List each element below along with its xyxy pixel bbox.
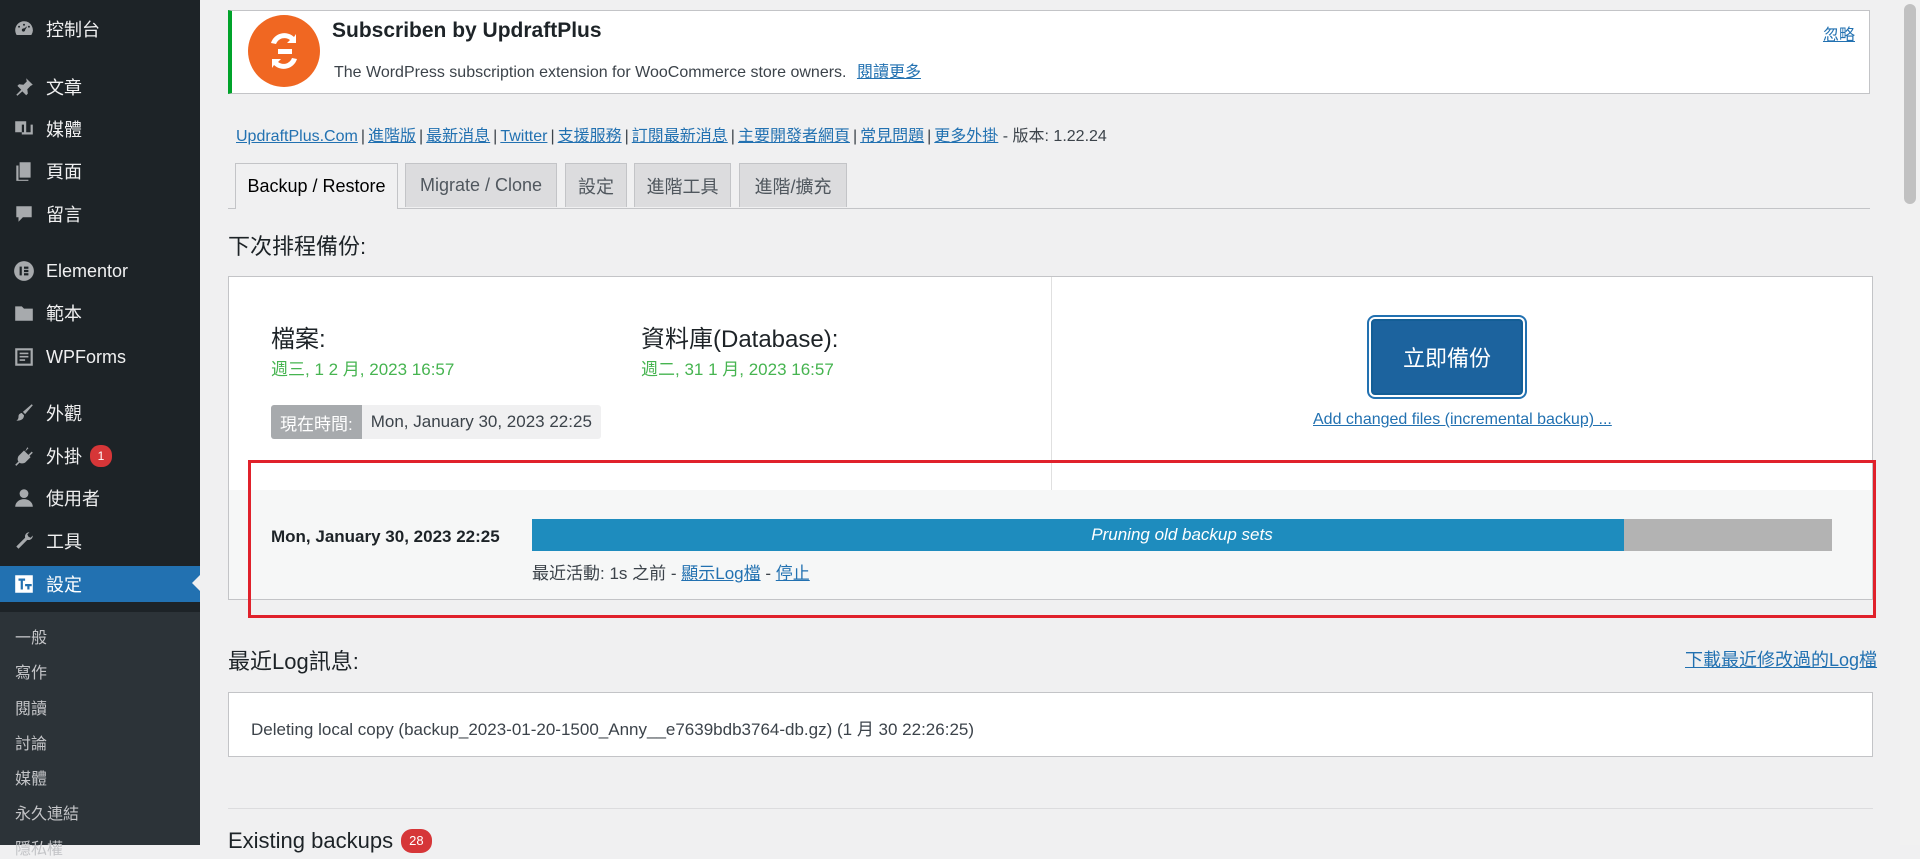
- settings-submenu: 一般 寫作 閱讀 討論 媒體 永久連結 隱私權: [0, 612, 200, 858]
- submenu-item-permalinks[interactable]: 永久連結: [15, 800, 79, 824]
- panel-divider: [1051, 277, 1052, 490]
- menu-item-plugins[interactable]: 外掛 1: [0, 439, 200, 473]
- menu-item-appearance[interactable]: 外觀: [0, 396, 200, 430]
- elementor-icon: [12, 259, 36, 283]
- link-news[interactable]: 最新消息: [426, 128, 490, 145]
- files-label: 檔案:: [271, 326, 326, 353]
- menu-label: 設定: [46, 575, 82, 595]
- link-updraftplus-com[interactable]: UpdraftPlus.Com: [236, 128, 358, 145]
- notice-title: Subscriben by UpdraftPlus: [332, 19, 602, 42]
- menu-label: WPForms: [46, 346, 126, 367]
- menu-item-posts[interactable]: 文章: [0, 70, 200, 104]
- section-divider: [228, 808, 1873, 809]
- recent-log-heading: 最近Log訊息:: [228, 649, 359, 674]
- link-twitter[interactable]: Twitter: [500, 128, 547, 145]
- menu-label: 範本: [46, 304, 82, 324]
- brush-icon: [12, 401, 36, 425]
- menu-label: 媒體: [46, 120, 82, 140]
- pages-icon: [12, 159, 36, 183]
- menu-label: 工具: [46, 532, 82, 552]
- notice-description-text: The WordPress subscription extension for…: [334, 64, 847, 81]
- submenu-item-writing[interactable]: 寫作: [15, 659, 47, 683]
- plugin-update-badge: 1: [90, 445, 112, 467]
- download-log-link[interactable]: 下載最近修改過的Log檔: [1685, 646, 1877, 672]
- settings-icon: [12, 572, 36, 596]
- menu-item-dashboard[interactable]: 控制台: [0, 12, 200, 46]
- dashboard-icon: [12, 17, 36, 41]
- menu-item-media[interactable]: 媒體: [0, 112, 200, 146]
- link-newsletter[interactable]: 訂閱最新消息: [632, 128, 728, 145]
- folder-icon: [12, 301, 36, 325]
- plugin-icon: [12, 444, 36, 468]
- pin-icon: [12, 75, 36, 99]
- menu-label: 控制台: [46, 20, 100, 40]
- submenu-item-media[interactable]: 媒體: [15, 765, 47, 789]
- wpforms-icon: [12, 345, 36, 369]
- link-support[interactable]: 支援服務: [558, 128, 622, 145]
- next-scheduled-heading: 下次排程備份:: [228, 234, 367, 259]
- submenu-item-discussion[interactable]: 討論: [15, 730, 47, 754]
- notice-description: The WordPress subscription extension for…: [334, 58, 921, 82]
- menu-item-settings[interactable]: 設定: [0, 566, 200, 602]
- menu-item-pages[interactable]: 頁面: [0, 154, 200, 188]
- highlight-annotation: [248, 460, 1876, 618]
- media-icon: [12, 117, 36, 141]
- menu-label: 留言: [46, 205, 82, 225]
- current-time-label: 現在時間:: [271, 405, 362, 439]
- link-faq[interactable]: 常見問題: [860, 128, 924, 145]
- current-time-value: Mon, January 30, 2023 22:25: [361, 405, 601, 439]
- existing-backups-title: Existing backups: [228, 828, 394, 853]
- dismiss-link[interactable]: 忽略: [1823, 21, 1855, 45]
- tab-settings[interactable]: 設定: [565, 163, 627, 207]
- tab-advanced-tools[interactable]: 進階工具: [634, 163, 731, 207]
- scrollbar-thumb[interactable]: [1904, 4, 1916, 204]
- version-text: - 版本: 1.22.24: [1002, 128, 1107, 145]
- menu-label: 使用者: [46, 489, 100, 509]
- files-next-time: 週三, 1 2 月, 2023 16:57: [271, 360, 455, 379]
- menu-item-users[interactable]: 使用者: [0, 481, 200, 515]
- database-label: 資料庫(Database):: [641, 326, 839, 353]
- page-scrollbar[interactable]: [1900, 0, 1920, 845]
- menu-label: 頁面: [46, 162, 82, 182]
- incremental-backup-link[interactable]: Add changed files (incremental backup) .…: [1313, 411, 1612, 429]
- menu-label: 文章: [46, 78, 82, 98]
- submenu-item-reading[interactable]: 閱讀: [15, 695, 47, 719]
- menu-label: 外掛: [46, 447, 82, 467]
- updraftplus-logo-icon: [248, 15, 320, 87]
- tab-backup-restore[interactable]: Backup / Restore: [235, 163, 398, 209]
- read-more-link[interactable]: 閱讀更多: [857, 64, 921, 81]
- database-next-time: 週二, 31 1 月, 2023 16:57: [641, 360, 834, 379]
- admin-sidebar: 控制台 文章 媒體 頁面 留言 Elementor 範本 WPForms 外觀 …: [0, 0, 200, 858]
- menu-item-tools[interactable]: 工具: [0, 524, 200, 558]
- menu-item-wpforms[interactable]: WPForms: [0, 340, 200, 374]
- menu-item-elementor[interactable]: Elementor: [0, 254, 200, 288]
- wrench-icon: [12, 529, 36, 553]
- backup-now-button[interactable]: 立即備份: [1371, 319, 1523, 395]
- tab-migrate-clone[interactable]: Migrate / Clone: [405, 163, 557, 207]
- tab-bar: Backup / Restore Migrate / Clone 設定 進階工具…: [228, 163, 1870, 209]
- tab-premium-extensions[interactable]: 進階/擴充: [739, 163, 847, 207]
- menu-label: Elementor: [46, 260, 129, 281]
- menu-label: 外觀: [46, 404, 82, 424]
- log-message-box: Deleting local copy (backup_2023-01-20-1…: [228, 692, 1873, 757]
- comment-icon: [12, 202, 36, 226]
- submenu-item-general[interactable]: 一般: [15, 624, 47, 648]
- menu-item-comments[interactable]: 留言: [0, 197, 200, 231]
- submenu-item-privacy[interactable]: 隱私權: [15, 835, 63, 859]
- plugin-links-row: UpdraftPlus.Com | 進階版 | 最新消息 | Twitter | 支援服務 | 訂閱…: [236, 128, 1107, 145]
- link-lead-developer[interactable]: 主要開發者網頁: [738, 128, 850, 145]
- user-icon: [12, 486, 36, 510]
- current-time-box: 現在時間: Mon, January 30, 2023 22:25: [271, 405, 601, 439]
- main-content: Subscriben by UpdraftPlus The WordPress …: [200, 0, 1900, 853]
- log-message: Deleting local copy (backup_2023-01-20-1…: [251, 720, 975, 739]
- plugin-notice: Subscriben by UpdraftPlus The WordPress …: [228, 10, 1870, 94]
- link-more-plugins[interactable]: 更多外掛: [934, 128, 998, 145]
- existing-backups-count: 28: [401, 829, 432, 853]
- menu-item-templates[interactable]: 範本: [0, 296, 200, 330]
- existing-backups-heading: Existing backups 28: [228, 828, 432, 854]
- link-premium[interactable]: 進階版: [368, 128, 416, 145]
